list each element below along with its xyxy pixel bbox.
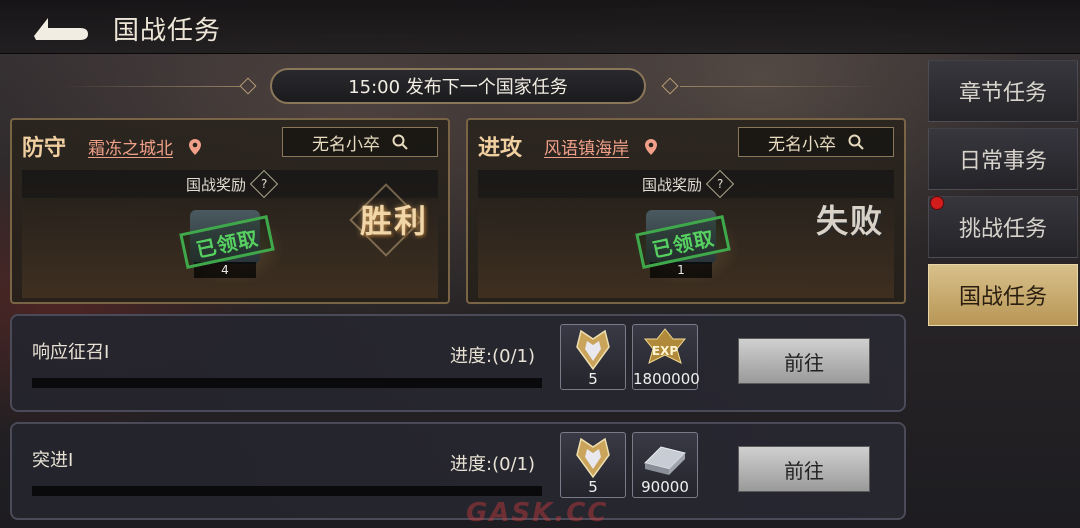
help-icon[interactable]: ? (249, 169, 279, 199)
banner-right-line (680, 86, 880, 87)
reward-title: 国战奖励 (185, 175, 246, 194)
tab-challenge-tasks[interactable]: 挑战任务 (928, 196, 1078, 258)
player-name: 无名小卒 (768, 134, 836, 155)
tab-label: 章节任务 (958, 81, 1047, 106)
page-title: 国战任务 (113, 16, 222, 46)
reward-slot[interactable]: 90000 (632, 432, 698, 498)
banner-left-line (60, 86, 240, 87)
exp-icon: EXP (643, 328, 687, 364)
search-icon (848, 134, 864, 150)
honor-badge-icon (576, 329, 610, 371)
exp-badge-text: EXP (652, 344, 678, 358)
help-icon[interactable]: ? (705, 169, 735, 199)
tab-national-war-tasks[interactable]: 国战任务 (928, 264, 1078, 326)
back-arrow-icon[interactable] (30, 10, 94, 44)
tab-label: 国战任务 (958, 285, 1047, 310)
task-progress-bar (32, 486, 542, 496)
reward-panel: 国战奖励 ? 1 已领取 失败 (478, 169, 894, 298)
player-search-box[interactable]: 无名小卒 (282, 127, 438, 157)
tab-label: 挑战任务 (958, 217, 1047, 242)
attack-card: 进攻 风语镇海岸 无名小卒 国战奖励 ? 1 已领取 失败 (466, 118, 906, 304)
watermark-text: GASK.CC (466, 498, 609, 528)
reward-count: 5 (588, 370, 598, 388)
location-link[interactable]: 风语镇海岸 (544, 134, 629, 159)
tab-chapter-tasks[interactable]: 章节任务 (928, 60, 1078, 122)
task-progress-bar (32, 378, 542, 388)
search-icon (392, 134, 408, 150)
banner-right-diamond (661, 77, 679, 95)
reward-title: 国战奖励 (641, 175, 702, 194)
notification-dot (930, 196, 944, 210)
top-bar: 国战任务 (0, 0, 1080, 54)
defense-card: 防守 霜冻之城北 无名小卒 国战奖励 ? 4 已领取 胜利 (10, 118, 450, 304)
banner-left-diamond (239, 77, 257, 95)
result-text: 失败 (815, 202, 884, 240)
player-name: 无名小卒 (312, 134, 380, 155)
tab-label: 日常事务 (958, 149, 1047, 174)
task-name: 响应征召I (32, 342, 110, 363)
banner-text: 15:00 发布下一个国家任务 (348, 77, 568, 98)
reward-count: 90000 (641, 478, 689, 496)
player-search-box[interactable]: 无名小卒 (738, 127, 894, 157)
task-name: 突进I (32, 450, 74, 471)
reward-count: 5 (588, 478, 598, 496)
reward-count: 1800000 (633, 370, 700, 388)
silver-ingot-icon (644, 446, 686, 475)
location-pin-icon (645, 139, 657, 155)
tab-daily-affairs[interactable]: 日常事务 (928, 128, 1078, 190)
result-mark: 失败 (794, 180, 884, 260)
reward-slot[interactable]: 5 (560, 324, 626, 390)
task-progress-label: 进度:(0/1) (450, 454, 536, 475)
reward-panel: 国战奖励 ? 4 已领取 胜利 (22, 169, 438, 298)
result-text: 胜利 (359, 202, 428, 240)
reward-slot[interactable]: EXP 1800000 (632, 324, 700, 390)
reward-slot[interactable]: 5 (560, 432, 626, 498)
card-type-label: 进攻 (478, 136, 523, 161)
location-pin-icon (189, 139, 201, 155)
go-button[interactable]: 前往 (738, 446, 870, 492)
next-task-banner: 15:00 发布下一个国家任务 (270, 68, 646, 104)
honor-badge-icon (576, 437, 610, 479)
card-type-label: 防守 (22, 136, 67, 161)
task-row: 突进I 进度:(0/1) 5 90000 前往 (10, 422, 906, 520)
location-link[interactable]: 霜冻之城北 (88, 134, 173, 159)
result-mark: 胜利 (338, 180, 428, 260)
go-button[interactable]: 前往 (738, 338, 870, 384)
task-progress-label: 进度:(0/1) (450, 346, 536, 367)
task-row: 响应征召I 进度:(0/1) 5 EXP 1800000 前往 (10, 314, 906, 412)
